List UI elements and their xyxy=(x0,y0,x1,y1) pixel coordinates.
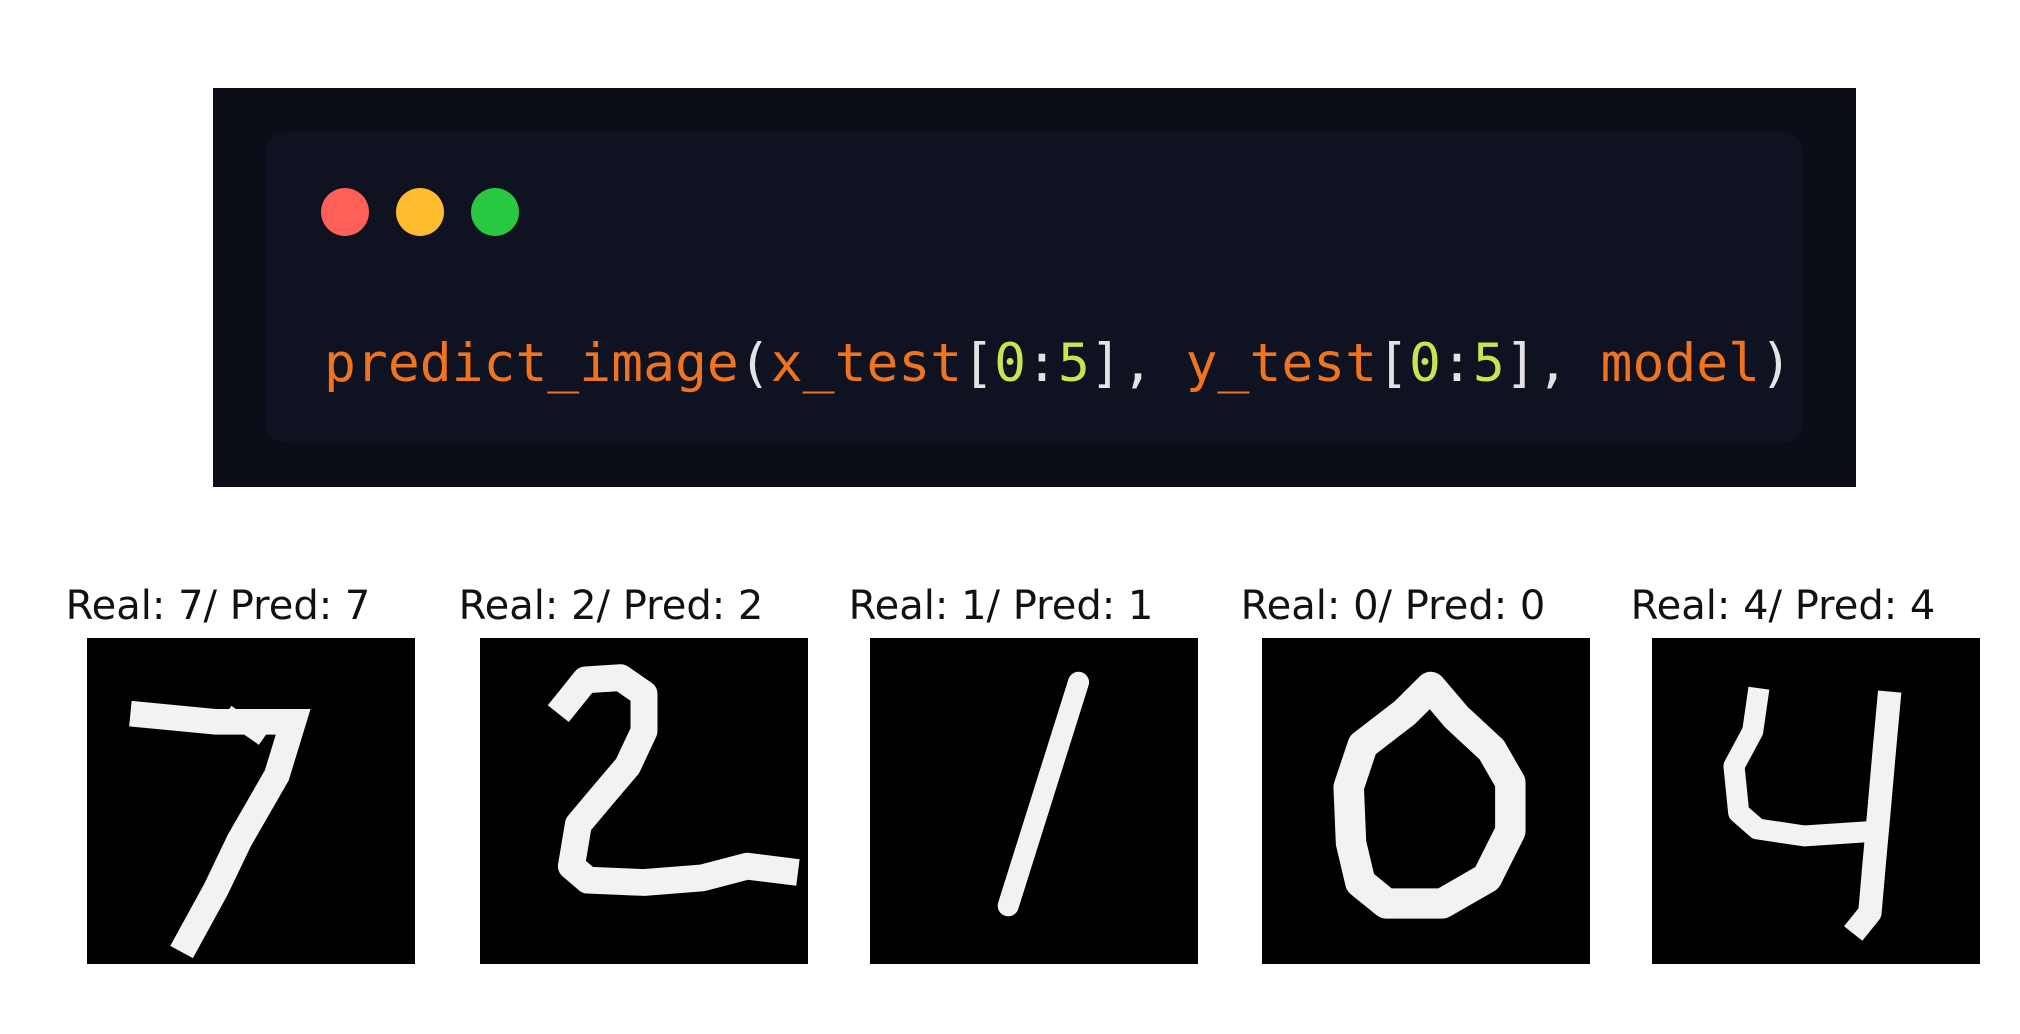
code-colon: : xyxy=(1026,333,1058,394)
code-colon: : xyxy=(1440,333,1473,394)
digit-7-image xyxy=(87,638,415,964)
digit-0-image xyxy=(1262,638,1590,964)
prediction-title: Real: 1/ Pred: 1 xyxy=(848,583,1154,629)
code-open-paren: ( xyxy=(738,333,771,394)
digit-1-image xyxy=(870,638,1198,964)
code-bracket: [ xyxy=(962,333,995,394)
minimize-dot-icon xyxy=(396,188,444,236)
code-number: 5 xyxy=(1057,333,1090,394)
code-arg-y-test: y_test xyxy=(1185,333,1378,394)
close-dot-icon xyxy=(321,188,369,236)
digit-4-image xyxy=(1652,638,1980,964)
code-bracket: [ xyxy=(1377,333,1410,394)
code-bracket-comma: ], xyxy=(1504,333,1569,394)
code-number: 5 xyxy=(1472,333,1505,394)
code-function-name: predict_image xyxy=(324,333,739,394)
prediction-title: Real: 7/ Pred: 7 xyxy=(65,583,371,629)
maximize-dot-icon xyxy=(471,188,519,236)
code-card: predict_image(x_test[0:5], y_test[0:5], … xyxy=(266,132,1803,443)
code-arg-x-test: x_test xyxy=(770,333,963,394)
digit-2-image xyxy=(480,638,808,964)
code-number: 0 xyxy=(1409,333,1441,394)
code-line: predict_image(x_test[0:5], y_test[0:5], … xyxy=(324,332,1792,396)
code-bracket-comma: ], xyxy=(1089,333,1154,394)
code-close-paren: ) xyxy=(1760,333,1792,394)
code-snippet-window: predict_image(x_test[0:5], y_test[0:5], … xyxy=(213,88,1856,487)
prediction-title: Real: 4/ Pred: 4 xyxy=(1630,583,1936,629)
prediction-title: Real: 0/ Pred: 0 xyxy=(1240,583,1546,629)
prediction-title: Real: 2/ Pred: 2 xyxy=(458,583,764,629)
code-arg-model: model xyxy=(1600,333,1761,394)
code-number: 0 xyxy=(994,333,1027,394)
